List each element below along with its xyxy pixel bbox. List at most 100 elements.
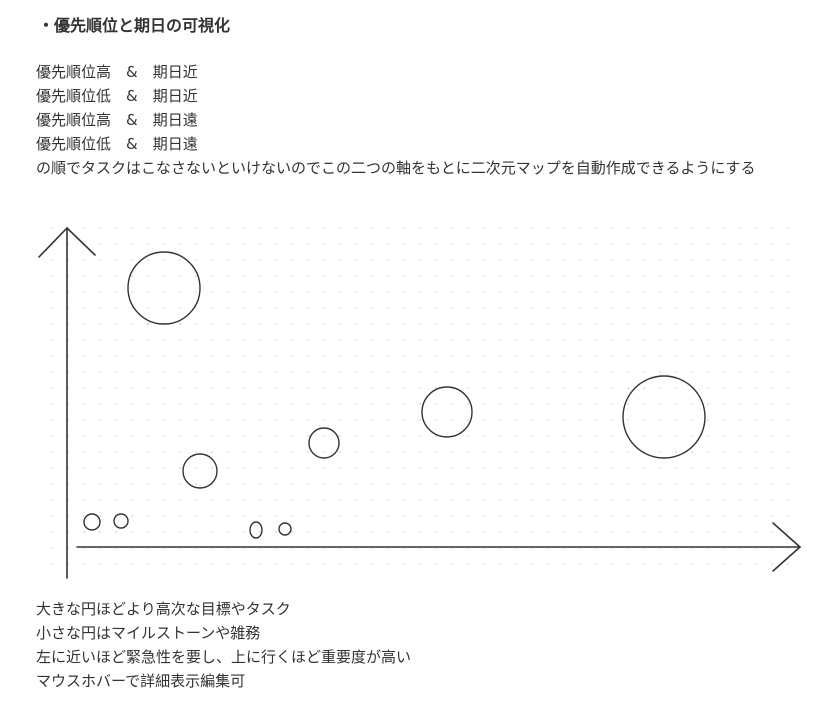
grid-dot <box>563 307 565 309</box>
grid-dot <box>227 403 229 405</box>
task-circle[interactable] <box>622 375 706 459</box>
grid-dot <box>563 355 565 357</box>
grid-dot <box>115 227 117 229</box>
grid-dot <box>371 259 373 261</box>
grid-dot <box>179 531 181 533</box>
grid-dot <box>291 563 293 565</box>
task-circle[interactable] <box>127 251 201 325</box>
grid-dot <box>99 259 101 261</box>
intro-line: の順でタスクはこなさないといけないのでこの二つの軸をもとに二次元マップを自動作成… <box>36 159 756 177</box>
grid-dot <box>755 435 757 437</box>
grid-dot <box>195 243 197 245</box>
grid-dot <box>163 371 165 373</box>
grid-dot <box>515 403 517 405</box>
grid-dot <box>595 499 597 501</box>
grid-dot <box>371 563 373 565</box>
grid-dot <box>83 291 85 293</box>
grid-dot <box>227 515 229 517</box>
grid-dot <box>99 467 101 469</box>
grid-dot <box>307 323 309 325</box>
grid-dot <box>195 435 197 437</box>
grid-dot <box>307 355 309 357</box>
grid-dot <box>787 451 789 453</box>
grid-dot <box>419 467 421 469</box>
grid-dot <box>707 563 709 565</box>
grid-dot <box>115 451 117 453</box>
grid-dot <box>627 275 629 277</box>
grid-dot <box>115 355 117 357</box>
grid-dot <box>691 403 693 405</box>
grid-dot <box>675 467 677 469</box>
task-circle[interactable] <box>278 522 292 536</box>
grid-dot <box>755 339 757 341</box>
task-circle[interactable] <box>113 513 129 529</box>
grid-dot <box>483 499 485 501</box>
grid-dot <box>659 403 661 405</box>
grid-dot <box>467 275 469 277</box>
grid-dot <box>787 227 789 229</box>
grid-dot <box>195 259 197 261</box>
grid-dot <box>483 515 485 517</box>
task-circle[interactable] <box>182 453 218 489</box>
task-circle[interactable] <box>308 427 340 459</box>
grid-dot <box>659 259 661 261</box>
grid-dot <box>275 323 277 325</box>
page-heading: ・優先順位と期日の可視化 <box>38 16 231 35</box>
priority-deadline-map <box>38 226 802 579</box>
grid-dot <box>211 227 213 229</box>
grid-dot <box>291 339 293 341</box>
task-circle[interactable] <box>421 386 473 438</box>
grid-dot <box>211 371 213 373</box>
grid-dot <box>707 243 709 245</box>
grid-dot <box>643 483 645 485</box>
grid-dot <box>547 259 549 261</box>
grid-dot <box>83 419 85 421</box>
grid-dot <box>371 291 373 293</box>
grid-dot <box>387 307 389 309</box>
grid-dot <box>195 339 197 341</box>
task-circle[interactable] <box>83 513 101 531</box>
grid-dot <box>531 467 533 469</box>
grid-dot <box>355 419 357 421</box>
grid-dot <box>195 467 197 469</box>
grid-dot <box>131 435 133 437</box>
grid-dot <box>627 227 629 229</box>
notes-text: 大きな円ほどより高次な目標やタスク 小さな円はマイルストーンや雑務 左に近いほど… <box>36 597 411 693</box>
grid-dot <box>115 323 117 325</box>
grid-dot <box>675 531 677 533</box>
grid-dot <box>563 227 565 229</box>
grid-dot <box>83 531 85 533</box>
grid-dot <box>83 275 85 277</box>
grid-dot <box>499 339 501 341</box>
grid-dot <box>723 243 725 245</box>
grid-dot <box>99 515 101 517</box>
grid-dot <box>435 227 437 229</box>
grid-dot <box>99 403 101 405</box>
grid-dot <box>259 259 261 261</box>
grid-dot <box>707 403 709 405</box>
grid-dot <box>275 563 277 565</box>
grid-dot <box>467 403 469 405</box>
grid-dot <box>659 467 661 469</box>
grid-dot <box>163 227 165 229</box>
grid-dot <box>435 243 437 245</box>
grid-dot <box>451 259 453 261</box>
grid-dot <box>483 323 485 325</box>
grid-dot <box>451 451 453 453</box>
grid-dot <box>723 467 725 469</box>
grid-dot <box>435 371 437 373</box>
notes-line: 小さな円はマイルストーンや雑務 <box>36 624 261 642</box>
grid-dot <box>755 451 757 453</box>
grid-dot <box>483 387 485 389</box>
grid-dot <box>707 275 709 277</box>
grid-dot <box>563 259 565 261</box>
task-circle[interactable] <box>249 521 263 539</box>
grid-dot <box>195 275 197 277</box>
grid-dot <box>179 515 181 517</box>
grid-dot <box>611 371 613 373</box>
grid-dot <box>163 419 165 421</box>
grid-dot <box>387 259 389 261</box>
grid-dot <box>99 483 101 485</box>
grid-dot <box>467 387 469 389</box>
grid-dot <box>339 307 341 309</box>
